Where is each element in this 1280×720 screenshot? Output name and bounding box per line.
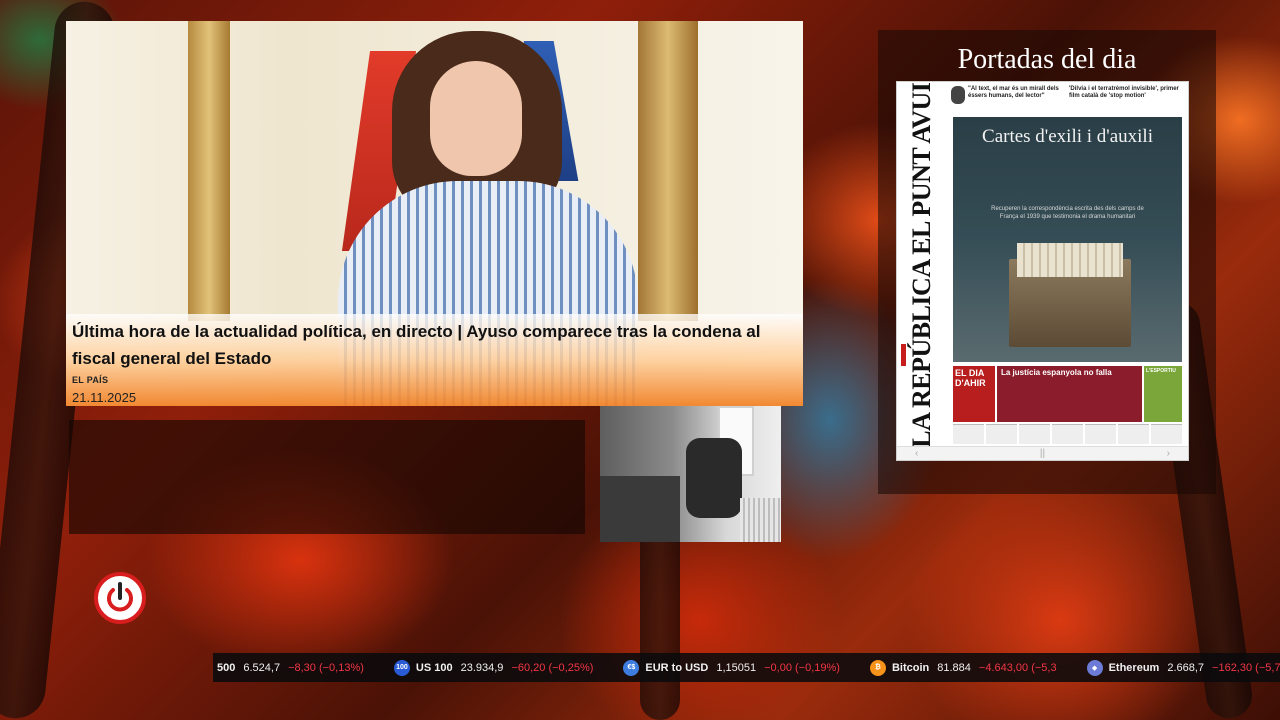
ticker-value: 6.524,7 <box>243 661 281 674</box>
ticker-change: −8,30 (−0,13%) <box>288 661 364 674</box>
news-card[interactable]: Última hora de la actualidad política, e… <box>66 21 803 406</box>
ticker-name: Ethereum <box>1108 661 1160 674</box>
power-button[interactable] <box>94 572 146 624</box>
ticker-item[interactable]: 100 US 100 23.934,9 −60,20 (−0,25%) <box>393 659 594 676</box>
ticker-item[interactable]: €$ EUR to USD 1,15051 −0,00 (−0,19%) <box>623 659 840 676</box>
news-date: 21.11.2025 <box>72 390 137 405</box>
cover-subtitle: Recuperen la correspondència escrita des… <box>991 206 1144 220</box>
cover-box-image <box>1009 243 1131 347</box>
empty-widget-panel <box>69 420 585 534</box>
newspaper-cover-story: Cartes d'exili i d'auxili Recuperen la c… <box>953 117 1182 362</box>
next-page-button[interactable]: › <box>1167 448 1170 459</box>
news-source: EL PAÍS <box>72 375 109 385</box>
camera-thumbnail[interactable] <box>600 406 781 542</box>
pager-indicator[interactable]: || <box>1040 448 1045 459</box>
market-ticker[interactable]: 500 6.524,7 −8,30 (−0,13%) 100 US 100 23.934,… <box>213 653 1280 682</box>
newspaper-bottom-block: EL DIA D'AHIR La justícia espanyola no f… <box>953 366 1182 422</box>
ticker-item[interactable]: 500 6.524,7 −8,30 (−0,13%) <box>217 662 364 674</box>
ticker-name: 500 <box>217 661 236 674</box>
background-trunk <box>640 520 680 720</box>
newspaper-widget: Portadas del dia LA REPÚBLICA EL PUNT AV… <box>878 30 1216 494</box>
ticker-symbol-icon: ◆ <box>1086 659 1103 676</box>
news-caption: Última hora de la actualidad política, e… <box>66 314 803 406</box>
ticker-symbol-icon: 100 <box>393 659 410 676</box>
cover-title: Cartes d'exili i d'auxili <box>982 126 1153 147</box>
ticker-change: −60,20 (−0,25%) <box>511 661 594 674</box>
power-icon <box>107 582 133 612</box>
ticker-name: EUR to USD <box>645 661 709 674</box>
newspaper-nav: ‹ || › <box>897 446 1188 460</box>
ticker-value: 1,15051 <box>716 661 757 674</box>
ticker-name: US 100 <box>415 661 453 674</box>
sports-box: L'ESPORTIU <box>1144 366 1182 422</box>
news-headline[interactable]: Última hora de la actualidad política, e… <box>72 318 797 372</box>
prev-page-button[interactable]: ‹ <box>915 448 918 459</box>
ticker-value: 23.934,9 <box>460 661 504 674</box>
newspaper-front-page[interactable]: LA REPÚBLICA EL PUNT AVUI+ "Al text, el … <box>896 81 1189 461</box>
ticker-value: 81.884 <box>937 661 971 674</box>
ticker-item[interactable]: ◆ Ethereum 2.668,7 −162,30 (−5,73%) <box>1086 659 1280 676</box>
newspaper-teaser: 'Dilvia i el terratrèmol invisible', pri… <box>1069 86 1179 99</box>
headline-box: La justícia espanyola no falla <box>997 366 1142 422</box>
dia-box: EL DIA D'AHIR <box>953 366 995 422</box>
ticker-change: −4.643,00 (−5,3 <box>978 661 1057 674</box>
newspaper-teaser: "Al text, el mar és un mirall dels ésser… <box>951 86 1065 116</box>
ticker-value: 2.668,7 <box>1167 661 1205 674</box>
ticker-change: −0,00 (−0,19%) <box>764 661 840 674</box>
newspaper-thumbnails <box>953 424 1182 444</box>
ticker-symbol-icon: ₿ <box>869 659 886 676</box>
newspaper-masthead-text: LA REPÚBLICA EL PUNT AVUI+ <box>907 81 936 448</box>
ticker-item[interactable]: ₿ Bitcoin 81.884 −4.643,00 (−5,3 <box>869 659 1057 676</box>
ticker-name: Bitcoin <box>891 661 930 674</box>
newspaper-widget-title: Portadas del dia <box>957 44 1137 75</box>
ticker-change: −162,30 (−5,73%) <box>1212 661 1280 674</box>
newspaper-masthead: LA REPÚBLICA EL PUNT AVUI+ <box>897 82 947 448</box>
newspaper-top-strip: "Al text, el mar és un mirall dels ésser… <box>951 86 1185 116</box>
ticker-symbol-icon: €$ <box>623 659 640 676</box>
